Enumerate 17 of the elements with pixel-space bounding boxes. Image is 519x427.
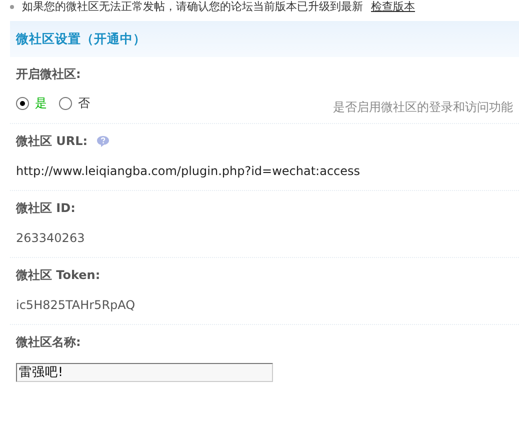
radio-icon[interactable]: [16, 96, 29, 110]
notice-text: 如果您的微社区无法正常发帖，请确认您的论坛当前版本已升级到最新: [22, 0, 363, 13]
field-value: http://www.leiqiangba.com/plugin.php?id=wechat:access: [16, 163, 362, 180]
field-label: 微社区名称:: [16, 334, 81, 350]
radio-icon[interactable]: [59, 96, 72, 110]
field-label: 微社区 Token:: [16, 266, 100, 284]
bullet-icon: [10, 4, 14, 8]
field-value: ic5H825TAHr5RpAQ: [16, 297, 136, 314]
field-label: 微社区 URL:: [16, 132, 88, 150]
radio-option[interactable]: 否: [59, 94, 90, 112]
input-field[interactable]: 雷强吧!: [16, 363, 273, 382]
check-version-link[interactable]: 检查版本: [371, 0, 415, 13]
hint-text: 是否启用微社区的登录和访问功能: [333, 98, 513, 116]
field-label: 开启微社区:: [16, 66, 81, 82]
field-label: 微社区 ID:: [16, 200, 76, 216]
field-value: 263340263: [16, 230, 86, 247]
section-title: 微社区设置（开通中）: [16, 30, 146, 48]
